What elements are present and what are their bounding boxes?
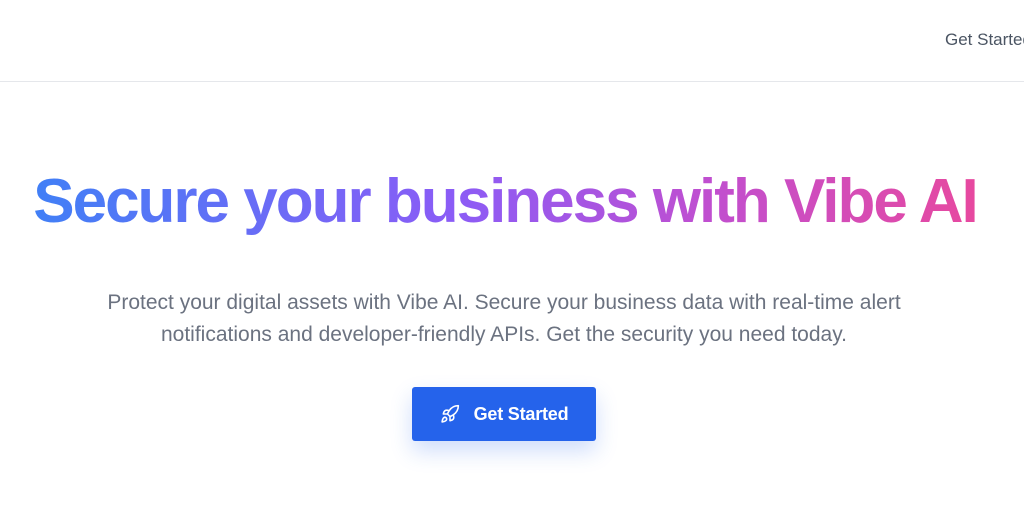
rocket-icon [440, 404, 460, 424]
hero-description: Protect your digital assets with Vibe AI… [107, 291, 901, 346]
get-started-button-label: Get Started [473, 403, 569, 424]
landing-page: Get Started Secure your business with Vi… [0, 0, 1024, 512]
nav-get-started-link[interactable]: Get Started [945, 30, 1024, 50]
hero-title: Secure your business with Vibe AI [0, 165, 1010, 239]
get-started-button[interactable]: Get Started [412, 387, 596, 441]
top-navbar: Get Started [0, 0, 1024, 82]
